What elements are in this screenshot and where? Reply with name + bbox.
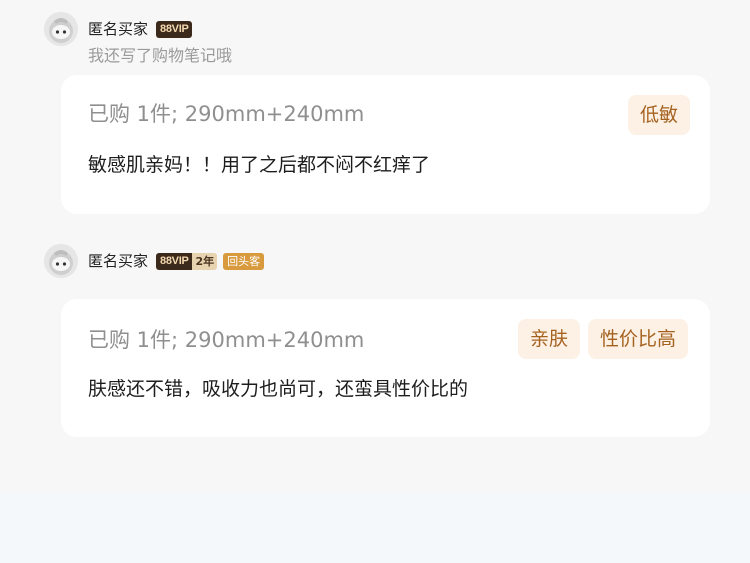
vip-badge: 88VIP [156,20,193,38]
shopping-note-hint[interactable]: 我还写了购物笔记哦 [88,45,232,67]
anonymous-avatar-icon[interactable] [44,244,78,278]
purchase-info: 已购 1件; 290mm+240mm [88,328,365,352]
anonymous-avatar-icon[interactable] [44,12,78,46]
returning-customer-badge: 回头客 [223,252,265,270]
bottom-fade [0,492,750,563]
review-tags: 亲肤 性价比高 [517,319,688,359]
vip-years-badge: 2年 [192,252,218,270]
username: 匿名买家 [88,252,149,270]
user-row[interactable]: 匿名买家 88VIP [44,12,193,46]
username: 匿名买家 [88,20,149,38]
review-content: 敏感肌亲妈！！用了之后都不闷不红痒了 [88,154,431,176]
tag-good-value[interactable]: 性价比高 [587,319,688,359]
tag-low-allergy[interactable]: 低敏 [627,95,690,135]
review-content: 肤感还不错，吸收力也尚可，还蛮具性价比的 [88,378,469,400]
tag-skin-friendly[interactable]: 亲肤 [517,319,580,359]
user-row[interactable]: 匿名买家 88VIP 2年 回头客 [44,244,265,278]
review-tags: 低敏 [627,95,690,135]
review-card[interactable]: 已购 1件; 290mm+240mm 低敏 敏感肌亲妈！！用了之后都不闷不红痒了 [61,75,710,214]
review-card[interactable]: 已购 1件; 290mm+240mm 亲肤 性价比高 肤感还不错，吸收力也尚可，… [61,299,710,437]
vip-badge: 88VIP 2年 [156,252,218,270]
purchase-info: 已购 1件; 290mm+240mm [88,102,365,126]
